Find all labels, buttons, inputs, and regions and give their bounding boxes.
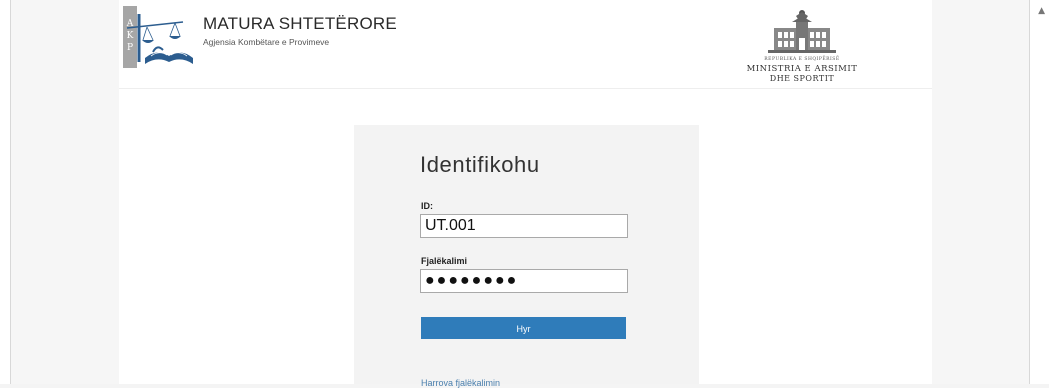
- browser-left-frame: [0, 0, 11, 384]
- password-input[interactable]: ●●●●●●●●: [420, 269, 628, 293]
- login-card: Identifikohu ID: Fjalëkalimi ●●●●●●●● Hy…: [354, 125, 699, 388]
- ministry-republic-line: REPUBLIKA E SHQIPËRISË: [764, 57, 840, 62]
- id-input[interactable]: [420, 214, 628, 238]
- site-title: MATURA SHTETËRORE: [203, 14, 397, 33]
- header-divider: [119, 88, 932, 89]
- id-label: ID:: [421, 201, 433, 211]
- scales-book-icon: [126, 14, 193, 64]
- page-background-right: [932, 0, 1029, 384]
- scroll-up-arrow-icon[interactable]: ▲: [1038, 6, 1045, 16]
- login-title: Identifikohu: [420, 152, 540, 177]
- login-button[interactable]: Hyr: [421, 317, 626, 339]
- password-label: Fjalëkalimi: [421, 256, 468, 266]
- page-container: A K P MATURA SHTETËRORE Agjensia Kombëta…: [119, 0, 932, 388]
- site-subtitle: Agjensia Kombëtare e Provimeve: [203, 37, 330, 47]
- forgot-password-link[interactable]: Harrova fjalëkalimin: [421, 378, 500, 388]
- vertical-scrollbar[interactable]: ▲: [1029, 0, 1049, 384]
- akp-logo[interactable]: A K P: [123, 6, 195, 68]
- page-background-left: [11, 0, 119, 384]
- ministry-name-line: MINISTRIA E ARSIMIT: [746, 64, 858, 74]
- ministry-sport-line: DHE SPORTIT: [769, 74, 835, 83]
